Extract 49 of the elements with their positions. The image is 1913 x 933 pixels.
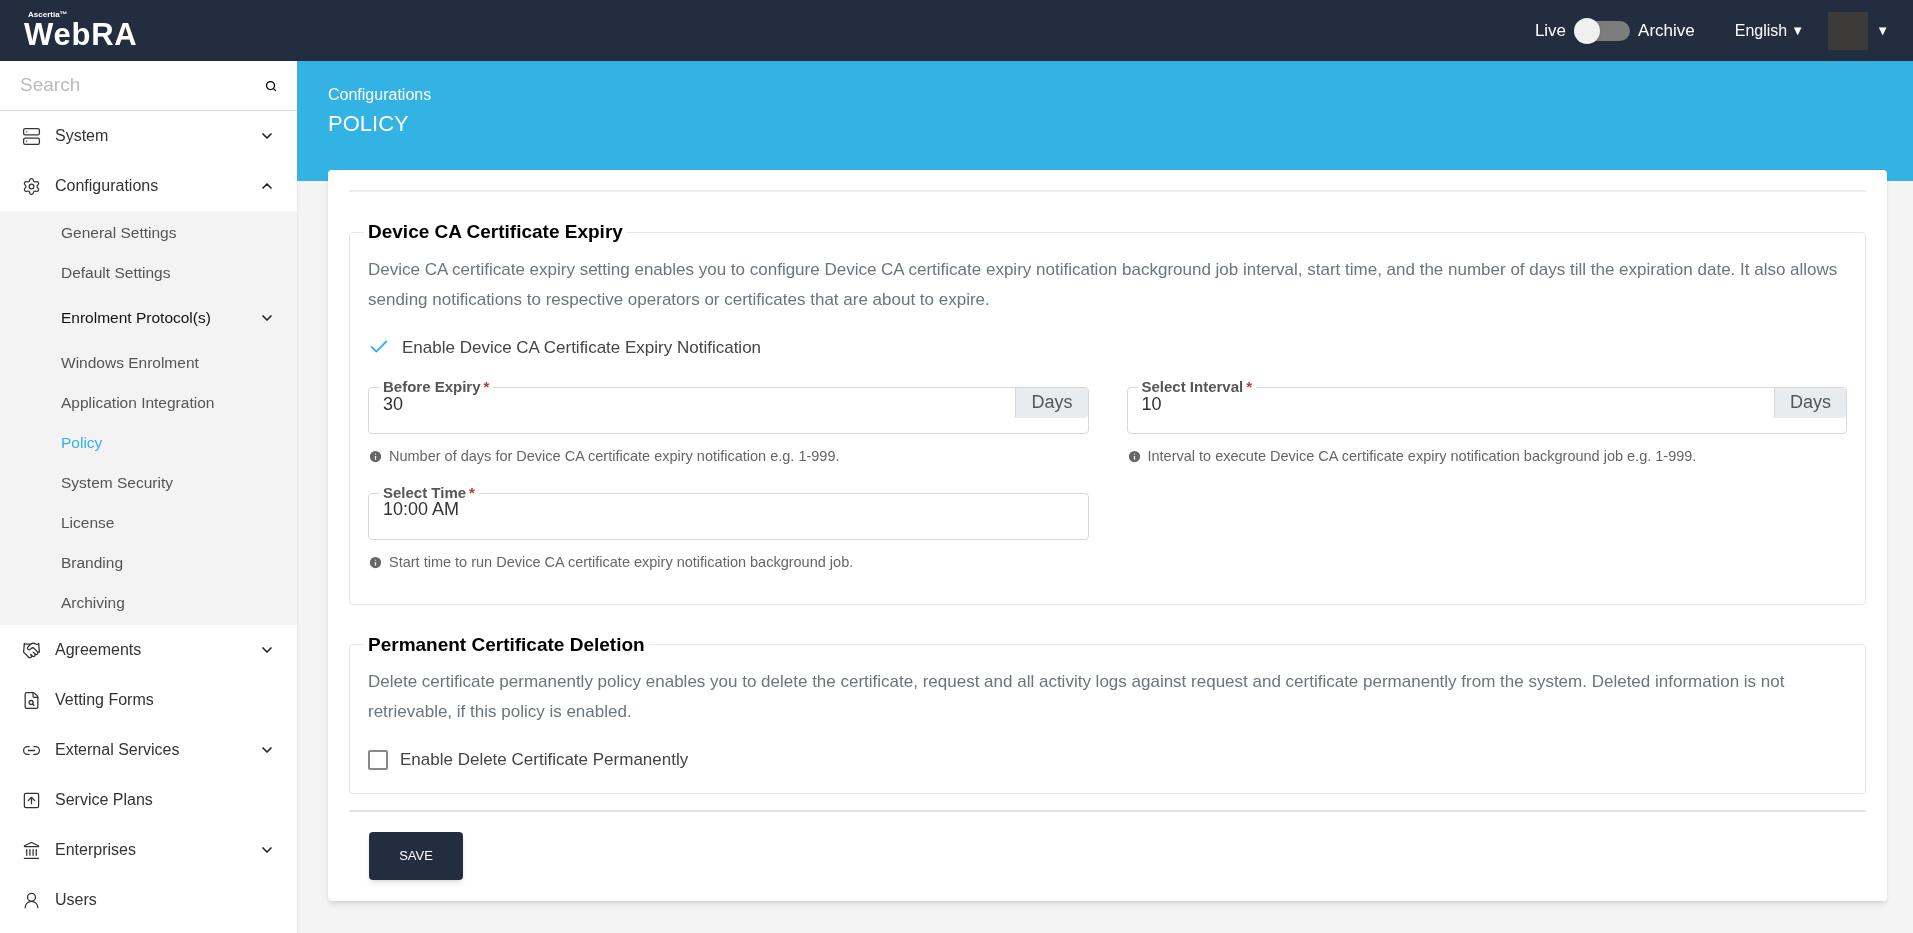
- bank-building-icon: [22, 840, 41, 860]
- field-hint: Interval to execute Device CA certificate expiry notification background job e.g. 1-999.: [1147, 447, 1697, 466]
- section-title: Device CA Certificate Expiry: [367, 220, 624, 244]
- submenu-item[interactable]: Application Integration: [0, 383, 297, 423]
- checkbox-row[interactable]: Enable Device CA Certificate Expiry Notification: [368, 334, 1847, 360]
- upload-icon: [22, 790, 41, 810]
- toggle-label: Live: [1534, 19, 1567, 42]
- section-description: Device CA certificate expiry setting enables you to configure Device CA certificate expiry notification background job interval, start time, and the number of days till the expiration date. It also allows sending notifications to respective operators or certificates that are about to expire.: [368, 258, 1839, 311]
- submenu-item[interactable]: General Settings: [0, 213, 297, 253]
- gear-icon: [22, 176, 41, 196]
- submenu-item[interactable]: License: [0, 503, 297, 543]
- save-button[interactable]: SAVE: [369, 831, 463, 880]
- submenu-item[interactable]: Enrolment Protocol(s): [0, 293, 297, 343]
- checkbox[interactable]: [368, 749, 388, 770]
- unit-label: Days: [1774, 387, 1846, 418]
- search-input[interactable]: Search: [20, 71, 265, 100]
- breadcrumb: Configurations: [328, 85, 433, 105]
- document-search-icon: [22, 690, 41, 710]
- sidebar-item[interactable]: Service Plans: [0, 775, 297, 825]
- info-icon: [1126, 449, 1142, 465]
- sidebar-item[interactable]: External Services: [0, 725, 297, 775]
- handshake-icon: [22, 640, 41, 660]
- mode-toggle[interactable]: [1574, 20, 1631, 41]
- checkbox-row[interactable]: Enable Delete Certificate Permanently: [368, 747, 1847, 773]
- info-icon: [368, 449, 383, 465]
- submenu-item[interactable]: Default Settings: [0, 253, 297, 293]
- field-hint: Start time to run Device CA certificate expiry notification background job.: [389, 552, 854, 572]
- sidebar-item[interactable]: Enterprises: [0, 825, 297, 875]
- submenu-item[interactable]: Windows Enrolment: [0, 343, 297, 383]
- unit-label: Days: [1015, 387, 1088, 418]
- toggle-label: Archive: [1638, 19, 1695, 42]
- sidebar-item[interactable]: Vetting Forms: [0, 675, 297, 725]
- sidebar-item[interactable]: Agreements: [0, 625, 297, 675]
- submenu-item[interactable]: System Security: [0, 463, 297, 503]
- submenu-item[interactable]: Branding: [0, 543, 297, 583]
- sidebar-item[interactable]: System: [0, 111, 297, 161]
- logo[interactable]: Ascertia™ WebRA: [24, 11, 138, 50]
- user-icon: [22, 890, 41, 910]
- sidebar-item[interactable]: Configurations: [0, 161, 297, 211]
- language-dropdown[interactable]: English ▼: [1734, 18, 1805, 43]
- info-icon: [368, 555, 383, 571]
- submenu-item[interactable]: Archiving: [0, 583, 297, 623]
- user-menu-caret[interactable]: ▼: [1876, 20, 1889, 41]
- section-description: Delete certificate permanently policy enables you to delete the certificate, request and all activity logs against request and certificate permanently from the system. Deleted information is not retrievable, if this policy is enabled.: [368, 671, 1786, 723]
- page-title: POLICY: [328, 110, 410, 138]
- section-title: Permanent Certificate Deletion: [367, 632, 646, 657]
- field-hint: Number of days for Device CA certificate expiry notification e.g. 1-999.: [389, 447, 840, 466]
- server-icon: [22, 126, 41, 146]
- sidebar-item[interactable]: Users: [0, 875, 297, 925]
